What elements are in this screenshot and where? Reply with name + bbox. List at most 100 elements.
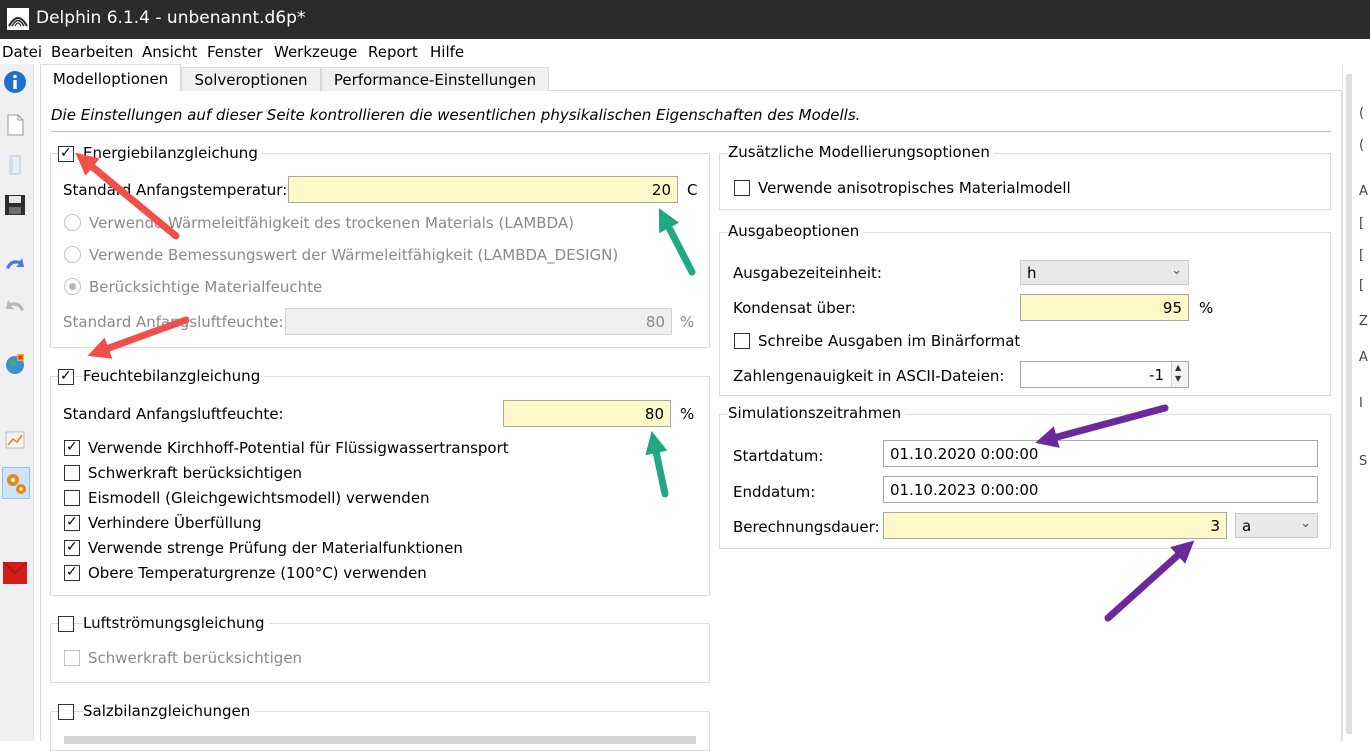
binary-output-label: Schreibe Ausgaben im Binärformat xyxy=(758,332,1021,350)
gravity-label: Schwerkraft berücksichtigen xyxy=(88,464,303,482)
salt-balance-group: Salzbilanzgleichungen xyxy=(50,702,710,751)
prevent-overfill-checkbox[interactable]: ✓ xyxy=(64,514,80,531)
condensate-label: Kondensat über: xyxy=(733,299,856,317)
settings-gears-icon[interactable] xyxy=(2,467,30,499)
gravity-checkbox[interactable] xyxy=(64,465,80,481)
start-temperature-label: Standard Anfangstemperatur: xyxy=(63,181,288,199)
output-options-group: Ausgabeoptionen Ausgabezeiteinheit: h ⌄ … xyxy=(719,222,1331,396)
energy-rh-unit: % xyxy=(680,313,695,331)
output-time-unit-dropdown[interactable]: h ⌄ xyxy=(1020,260,1189,285)
strict-check-checkbox[interactable]: ✓ xyxy=(64,539,80,556)
energy-balance-group: ✓ Energiebilanzgleichung Standard Anfang… xyxy=(50,144,710,348)
end-date-field[interactable]: 01.10.2023 0:00:00 xyxy=(883,476,1318,503)
scrollbar-thumb[interactable] xyxy=(1346,74,1352,734)
page-description: Die Einstellungen auf dieser Seite kontr… xyxy=(51,106,861,124)
tab-strip: Modelloptionen Solveroptionen Performanc… xyxy=(40,64,1342,92)
airflow-gravity-checkbox[interactable] xyxy=(64,650,80,666)
airflow-group: Luftströmungsgleichung Schwerkraft berüc… xyxy=(50,614,710,683)
start-date-label: Startdatum: xyxy=(733,447,824,465)
kirchhoff-checkbox[interactable]: ✓ xyxy=(64,439,80,456)
ascii-precision-spinbox[interactable]: -1 ▲ ▼ xyxy=(1020,361,1189,388)
side-panel-clipped: ( ( A [ [ [ Z A I S xyxy=(1356,64,1370,741)
spin-down-icon[interactable]: ▼ xyxy=(1175,374,1181,383)
side-glyph: S xyxy=(1359,454,1368,469)
prevent-overfill-label: Verhindere Überfüllung xyxy=(88,514,262,532)
side-glyph: ( xyxy=(1359,138,1365,153)
radio-material-moisture-label: Berücksichtige Materialfeuchte xyxy=(89,278,323,296)
moisture-balance-checkbox[interactable]: ✓ xyxy=(58,368,74,385)
side-glyph: [ xyxy=(1359,278,1365,293)
delphin-logo-icon xyxy=(7,8,29,30)
spin-buttons[interactable]: ▲ ▼ xyxy=(1171,362,1188,387)
ascii-precision-value: -1 xyxy=(1149,366,1164,384)
menu-report[interactable]: Report xyxy=(368,43,418,61)
menu-hilfe[interactable]: Hilfe xyxy=(430,43,464,61)
red-square-icon[interactable] xyxy=(2,560,28,586)
output-time-unit-label: Ausgabezeiteinheit: xyxy=(733,264,882,282)
vertical-scrollbar[interactable] xyxy=(1342,64,1356,741)
menu-ansicht[interactable]: Ansicht xyxy=(142,43,197,61)
menu-werkzeuge[interactable]: Werkzeuge xyxy=(274,43,357,61)
undo-icon[interactable] xyxy=(2,252,28,278)
side-glyph: ( xyxy=(1359,106,1365,121)
moisture-rh-unit: % xyxy=(680,405,695,423)
duration-unit-dropdown[interactable]: a ⌄ xyxy=(1235,513,1318,538)
simulation-timeframe-title: Simulationszeitrahmen xyxy=(728,404,906,422)
window-title: Delphin 6.1.4 - unbenannt.d6p* xyxy=(36,8,306,28)
side-glyph: A xyxy=(1359,184,1368,199)
info-icon[interactable] xyxy=(2,69,28,95)
side-glyph: I xyxy=(1359,396,1363,411)
spin-up-icon[interactable]: ▲ xyxy=(1175,363,1181,372)
energy-rh-label: Standard Anfangsluftfeuchte: xyxy=(63,313,284,331)
side-glyph: [ xyxy=(1359,216,1365,231)
radio-lambda-design-label: Verwende Bemessungswert der Wärmeleitfäh… xyxy=(89,246,619,264)
radio-material-moisture[interactable] xyxy=(64,278,81,295)
open-icon[interactable] xyxy=(2,152,28,178)
start-temperature-field[interactable]: 20 xyxy=(288,176,678,203)
divider xyxy=(51,131,1331,132)
extra-options-title: Zusätzliche Modellierungsoptionen xyxy=(728,143,994,161)
left-toolbar xyxy=(0,64,34,741)
ascii-precision-label: Zahlengenauigkeit in ASCII-Dateien: xyxy=(733,367,1005,385)
upper-temp-limit-checkbox[interactable]: ✓ xyxy=(64,564,80,581)
tab-solveroptionen[interactable]: Solveroptionen xyxy=(181,67,321,92)
moisture-rh-field[interactable]: 80 xyxy=(503,400,671,427)
menu-datei[interactable]: Datei xyxy=(2,43,42,61)
menu-fenster[interactable]: Fenster xyxy=(207,43,263,61)
airflow-checkbox[interactable] xyxy=(58,616,74,632)
title-bar: Delphin 6.1.4 - unbenannt.d6p* xyxy=(0,0,1370,39)
duration-field[interactable]: 3 xyxy=(883,512,1227,539)
condensate-field[interactable]: 95 xyxy=(1020,294,1189,321)
side-glyph: Z xyxy=(1359,314,1368,329)
salt-balance-checkbox[interactable] xyxy=(58,704,74,720)
simulation-timeframe-group: Simulationszeitrahmen Startdatum: 01.10.… xyxy=(719,404,1331,549)
side-glyph: A xyxy=(1359,350,1368,365)
tab-performance-einstellungen[interactable]: Performance-Einstellungen xyxy=(321,67,549,92)
start-date-field[interactable]: 01.10.2020 0:00:00 xyxy=(883,440,1318,467)
main-content: Modelloptionen Solveroptionen Performanc… xyxy=(40,64,1342,751)
radio-lambda[interactable] xyxy=(64,214,81,231)
tab-modelloptionen[interactable]: Modelloptionen xyxy=(40,64,181,92)
ice-model-checkbox[interactable] xyxy=(64,490,80,506)
salt-balance-field xyxy=(64,736,696,744)
anisotropic-checkbox[interactable] xyxy=(734,180,750,196)
side-glyph: [ xyxy=(1359,248,1365,263)
airflow-gravity-label: Schwerkraft berücksichtigen xyxy=(88,649,303,667)
upper-temp-limit-label: Obere Temperaturgrenze (100°C) verwenden xyxy=(88,564,427,582)
energy-balance-checkbox[interactable]: ✓ xyxy=(58,145,74,162)
menu-bearbeiten[interactable]: Bearbeiten xyxy=(51,43,133,61)
radio-lambda-design[interactable] xyxy=(64,246,81,263)
duration-label: Berechnungsdauer: xyxy=(733,518,880,536)
duration-unit-value: a xyxy=(1242,517,1252,535)
redo-icon[interactable] xyxy=(2,294,28,320)
moisture-balance-title: Feuchtebilanzgleichung xyxy=(83,367,265,385)
binary-output-checkbox[interactable] xyxy=(734,333,750,349)
save-icon[interactable] xyxy=(2,192,28,218)
chart-icon[interactable] xyxy=(2,427,28,453)
globe-icon[interactable] xyxy=(2,351,28,377)
menu-bar: Datei Bearbeiten Ansicht Fenster Werkzeu… xyxy=(0,39,1370,64)
energy-rh-field[interactable]: 80 xyxy=(285,308,672,335)
new-file-icon[interactable] xyxy=(2,112,28,138)
condensate-unit: % xyxy=(1199,299,1214,317)
extra-options-group: Zusätzliche Modellierungsoptionen Verwen… xyxy=(719,143,1331,210)
